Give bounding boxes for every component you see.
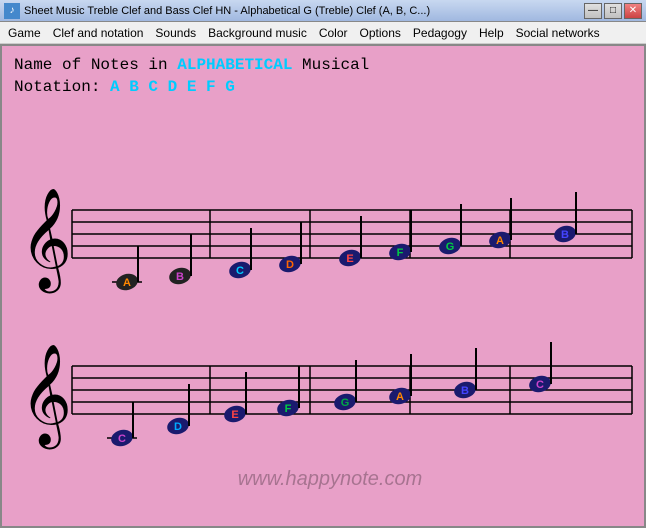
svg-text:B: B [561, 229, 569, 241]
minimize-button[interactable]: — [584, 3, 602, 19]
window-controls: — □ ✕ [584, 3, 642, 19]
svg-text:B: B [461, 385, 469, 397]
svg-text:E: E [346, 253, 353, 265]
menu-clef[interactable]: Clef and notation [47, 24, 150, 42]
title-bar: ♪ Sheet Music Treble Clef and Bass Clef … [0, 0, 646, 22]
menu-bar: Game Clef and notation Sounds Background… [0, 22, 646, 44]
svg-text:www.happynote.com: www.happynote.com [238, 468, 423, 490]
header-text: Name of Notes in ALPHABETICAL Musical No… [2, 46, 644, 103]
svg-text:F: F [285, 403, 292, 415]
svg-text:A: A [123, 277, 131, 289]
header-line1-prefix: Name of Notes in [14, 56, 177, 74]
svg-text:E: E [231, 409, 238, 421]
svg-text:C: C [236, 265, 244, 277]
header-line1-suffix: Musical [292, 56, 369, 74]
menu-sounds[interactable]: Sounds [149, 24, 202, 42]
maximize-button[interactable]: □ [604, 3, 622, 19]
header-notes-letters: A B C D E F G [110, 78, 235, 96]
svg-text:A: A [396, 391, 404, 403]
menu-background-music[interactable]: Background music [202, 24, 313, 42]
svg-text:A: A [496, 235, 504, 247]
window-title: Sheet Music Treble Clef and Bass Clef HN… [24, 5, 584, 17]
app-icon: ♪ [4, 3, 20, 19]
header-alphabetical: ALPHABETICAL [177, 56, 292, 74]
header-line2-prefix: Notation: [14, 78, 110, 96]
menu-social[interactable]: Social networks [510, 24, 606, 42]
svg-text:G: G [341, 397, 350, 409]
svg-text:𝄞: 𝄞 [20, 345, 72, 450]
svg-text:D: D [286, 259, 294, 271]
menu-options[interactable]: Options [354, 24, 407, 42]
svg-text:B: B [176, 271, 184, 283]
svg-text:G: G [446, 241, 455, 253]
staff-svg: 𝄞 A B C D E F G A [10, 110, 640, 500]
svg-text:D: D [174, 421, 182, 433]
svg-text:C: C [536, 379, 544, 391]
menu-color[interactable]: Color [313, 24, 354, 42]
main-content: Name of Notes in ALPHABETICAL Musical No… [0, 44, 646, 528]
close-button[interactable]: ✕ [624, 3, 642, 19]
menu-help[interactable]: Help [473, 24, 510, 42]
svg-text:C: C [118, 433, 126, 445]
svg-text:𝄞: 𝄞 [20, 189, 72, 294]
menu-game[interactable]: Game [2, 24, 47, 42]
menu-pedagogy[interactable]: Pedagogy [407, 24, 473, 42]
svg-text:F: F [397, 247, 404, 259]
